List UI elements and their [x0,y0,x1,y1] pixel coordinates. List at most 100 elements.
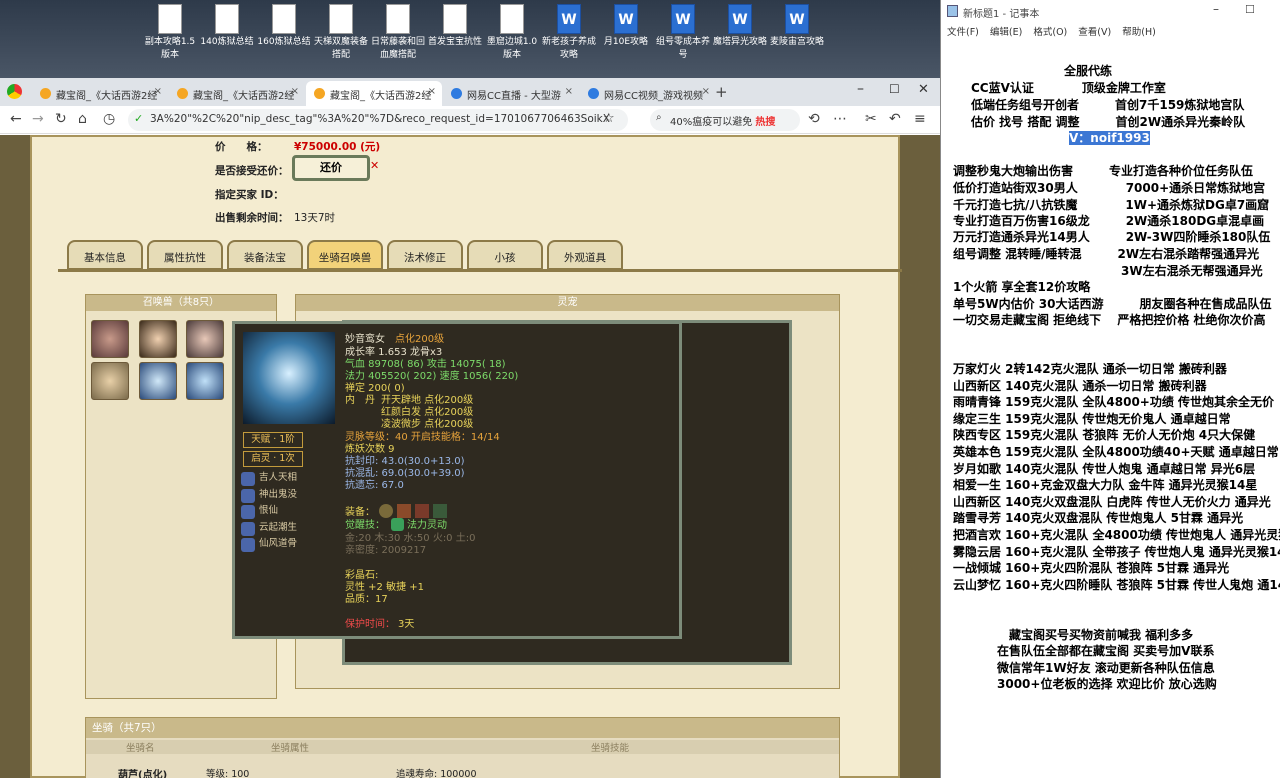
game-tab[interactable]: 小孩 [467,240,543,270]
browser-tab[interactable]: 藏宝阁_《大话西游2经 × [32,81,168,106]
pet-skill[interactable]: 仙风道骨 [241,538,301,552]
search-input[interactable]: ⌕ 40%瘟疫可以避免 热搜 [650,109,800,131]
equip-icon [379,504,393,518]
close-window-button[interactable]: ✕ [918,82,929,97]
browser-logo-icon[interactable] [7,84,22,99]
bargain-close-icon[interactable]: ✕ [370,159,379,172]
minimize-button[interactable]: – [857,81,864,97]
notepad-line-text: 微信常年1W好友 滚动更新各种队伍信息 [961,661,1215,675]
pet-skill-label: 仙风道骨 [259,538,298,549]
forward-icon[interactable]: → [32,111,44,127]
menu-icon[interactable]: ≡ [914,111,926,127]
game-tab[interactable]: 装备法宝 [227,240,303,270]
pet-core-2: 红颜白发 点化200级 [381,407,474,418]
pet-skill[interactable]: 吉人天相 [241,472,301,486]
extension-icon[interactable]: ⋯ [833,111,847,127]
pet-thumbnail[interactable] [139,362,177,400]
undo-icon[interactable]: ↶ [889,111,901,127]
desktop-shortcut[interactable]: 墨窟边城1.0版本 [484,4,540,62]
desktop-shortcut-label: 140炼狱总结 [200,37,254,47]
bookmark-star-icon[interactable]: ☆ [603,111,615,126]
tab-label: 网易CC视频_游戏视频 [604,91,703,102]
desktop-shortcut[interactable]: W 月10E攻略 [598,4,654,49]
url-input[interactable]: ✓ 3A%20"%2C%20"nip_desc_tag"%3A%20"%7D&re… [128,109,628,131]
home-icon[interactable]: ⌂ [78,111,87,127]
notepad-line: 英雄本色 159克火混队 全队4800功绩40+天赋 通卓越日常 [953,443,1279,460]
pet-core-label: 内 丹 [345,395,375,406]
text-document-icon [158,4,182,34]
desktop-shortcut[interactable]: W 麦陵宙宫攻略 [769,4,825,49]
game-tab[interactable]: 法术修正 [387,240,463,270]
pet-portrait [243,332,335,424]
notepad-minimize-button[interactable]: – [1213,2,1219,16]
notepad-menu-item[interactable]: 帮助(H) [1122,27,1156,38]
desktop-shortcut[interactable]: 140炼狱总结 [199,4,255,49]
equip-icon [415,504,429,518]
pet-thumbnail[interactable] [91,362,129,400]
notepad-menu-item[interactable]: 格式(O) [1033,27,1067,38]
pet-thumbnail[interactable] [91,320,129,358]
pet-intimacy: 亲密度: 2009217 [345,545,427,556]
tab-close-icon[interactable]: × [291,86,299,97]
tab-label: 藏宝阁_《大话西游2经 [193,91,295,102]
notepad-menu-item[interactable]: 查看(V) [1078,27,1111,38]
tab-favicon-icon [40,88,51,99]
notepad-menu-item[interactable]: 编辑(E) [990,27,1022,38]
desktop-shortcut[interactable]: 副本攻略1.5版本 [142,4,198,62]
awaken-icon [391,518,404,531]
equip-icon [397,504,411,518]
browser-tab[interactable]: 藏宝阁_《大话西游2经 × [306,81,442,106]
pet-skill[interactable]: 云起潮生 [241,521,301,536]
pet-skill-label: 云起潮生 [259,521,298,533]
notepad-line: 专业打造百万伤害16级龙 2W通杀180DG卓混卓画 [953,212,1264,229]
skill-icon [241,505,255,519]
desktop-shortcut[interactable]: W 新老孩子养成攻略 [541,4,597,62]
tab-underline [58,269,902,272]
desktop-shortcut[interactable]: W 魔塔异光攻略 [712,4,768,49]
pet-skill[interactable]: 神出鬼没 [241,488,301,503]
back-icon[interactable]: ← [10,111,22,127]
browser-tab[interactable]: 网易CC视频_游戏视频 × [580,81,716,106]
pet-equip-label: 装备： [345,507,375,518]
notepad-menu-item[interactable]: 文件(F) [947,27,979,38]
tab-close-icon[interactable]: × [428,86,436,97]
game-tab[interactable]: 坐骑召唤兽 [307,240,383,270]
desktop-shortcut[interactable]: 天梯双魔装备搭配 [313,4,369,62]
pet-thumbnail[interactable] [186,320,224,358]
cut-icon[interactable]: ✂ [865,111,877,127]
notepad-line-text: 组号调整 混转睡/睡转混 2W左右混杀踏帮强通异光 [953,247,1260,261]
notepad-line-text: 一战倾城 160+克火四阶混队 苍狼阵 5甘霖 通异光 [953,561,1230,575]
game-tab[interactable]: 外观道具 [547,240,623,270]
desktop-shortcut[interactable]: W 组号零成本养号 [655,4,711,62]
time-left-value: 13天7时 [294,212,336,224]
desktop-shortcut[interactable]: 日常藤袭和回血魔搭配 [370,4,426,62]
bargain-button[interactable]: 还价 [292,155,370,181]
maximize-button[interactable]: ☐ [889,82,900,96]
tab-close-icon[interactable]: × [702,86,710,97]
notepad-icon [947,5,958,17]
tab-close-icon[interactable]: × [154,86,162,97]
notepad-line-text: 岁月如歌 140克火混队 传世人炮鬼 通卓越日常 异光6层 [953,462,1256,476]
pet-thumbnail[interactable] [139,320,177,358]
game-tab[interactable]: 属性抗性 [147,240,223,270]
desktop-shortcut[interactable]: 首发宝宝抗性 [427,4,483,49]
right-panel-title: 灵宠 [296,295,839,311]
time-left-label: 出售剩余时间： [215,212,289,224]
desktop-shortcut[interactable]: 160炼狱总结 [256,4,312,49]
pet-thumbnail[interactable] [186,362,224,400]
history-icon[interactable]: ◷ [103,111,115,127]
game-tab[interactable]: 基本信息 [67,240,143,270]
browser-tab[interactable]: 网易CC直播 - 大型游 × [443,81,579,106]
tab-close-icon[interactable]: × [565,86,573,97]
search-text: 40%瘟疫可以避免 [670,117,753,128]
notepad-line-text: 藏宝阁买号买物资前喊我 福利多多 [961,628,1194,642]
pet-skill[interactable]: 恨仙 [241,505,301,519]
browser-tab[interactable]: 藏宝阁_《大话西游2经 × [169,81,305,106]
notepad-maximize-button[interactable]: ☐ [1245,3,1255,16]
skill-icon [241,488,255,503]
new-tab-button[interactable]: + [715,83,728,101]
notepad-line-text: 踏雪寻芳 140克火双盘混队 传世炮鬼人 5甘霖 通异光 [953,511,1244,525]
reload-icon[interactable]: ↻ [55,111,67,127]
pet-core-3: 凌波微步 点化200级 [381,419,474,430]
sync-icon[interactable]: ⟲ [808,111,820,127]
